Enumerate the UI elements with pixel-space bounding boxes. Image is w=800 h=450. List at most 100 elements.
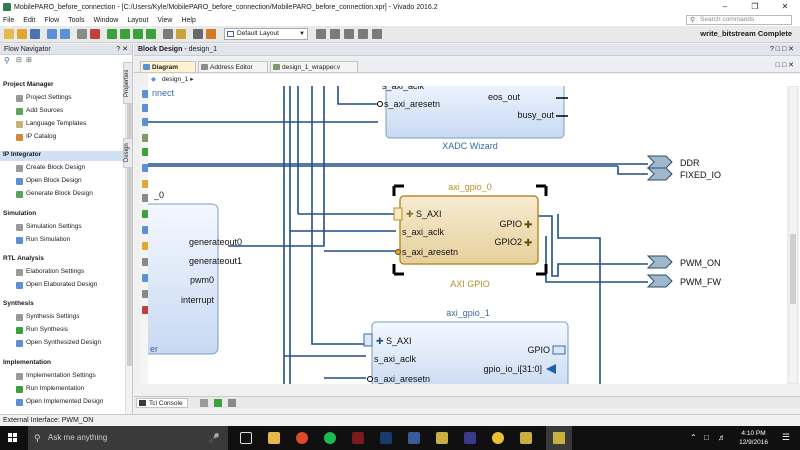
axi-gpio-0-block[interactable]: axi_gpio_0 ✚ S_AXI s_axi_aclk s_axi_ares… [392,182,548,289]
notification-chevron-icon[interactable]: ⌃ [690,433,697,442]
nav-item-generate-block-design[interactable]: Generate Block Design [26,190,93,197]
app-icon[interactable] [352,432,364,444]
minimize-button[interactable]: – [710,0,740,14]
menu-layout[interactable]: Layout [127,17,148,24]
tab-address-editor[interactable]: Address Editor [198,61,268,72]
log-icon[interactable] [214,399,222,407]
nav-item-language-templates[interactable]: Language Templates [26,120,86,127]
close-button[interactable]: ✕ [770,0,800,14]
copy-icon[interactable] [77,29,87,39]
nav-item-run-simulation[interactable]: Run Simulation [26,236,70,243]
network-icon[interactable]: □ [704,433,709,442]
external-port-pwm-on[interactable]: PWM_ON [646,255,721,269]
nav-item-create-block-design[interactable]: Create Block Design [26,164,85,171]
delete-icon[interactable] [90,29,100,39]
xadc-wizard-block[interactable]: s_axi_aclk s_axi_aresetn eos_out busy_ou… [377,86,569,151]
maximize-button[interactable]: ❐ [740,0,770,14]
external-port-fixed-io[interactable]: FIXED_IO [646,167,721,181]
program-device-icon[interactable] [206,29,216,39]
left-module-block[interactable]: nnect _0 generateout0 generateout1 pwm0 … [148,88,242,355]
clear-icon[interactable] [358,29,368,39]
vivado-taskbar-item[interactable] [546,426,572,450]
nav-item-run-synthesis[interactable]: Run Synthesis [26,326,68,333]
nav-section-synthesis[interactable]: Synthesis [3,300,34,307]
nav-item-implementation-settings[interactable]: Implementation Settings [26,372,96,379]
stop-icon[interactable] [372,29,382,39]
menu-file[interactable]: File [3,17,14,24]
sql-icon[interactable] [380,432,392,444]
menu-window[interactable]: Window [93,17,118,24]
taskbar-search-input[interactable]: ⚲ Ask me anything 🎤 [28,426,228,450]
panel-help-close-icons[interactable]: ? ✕ [116,44,128,55]
taskbar-clock[interactable]: 4:10 PM 12/9/2016 [739,429,768,447]
menu-view[interactable]: View [157,17,172,24]
search-icon[interactable]: ⚲ [4,56,10,65]
axi-gpio-1-block[interactable]: axi_gpio_1 ✚ S_AXI s_axi_aclk s_axi_ares… [363,308,569,384]
canvas-scrollbar-thumb[interactable] [790,234,796,304]
nav-section-rtl-analysis[interactable]: RTL Analysis [3,255,44,262]
xilinx-icon[interactable] [520,432,532,444]
run-icon[interactable] [107,29,117,39]
sum-icon[interactable] [176,29,186,39]
nav-item-synthesis-settings[interactable]: Synthesis Settings [26,313,79,320]
spotify-icon[interactable] [324,432,336,444]
duck-icon[interactable] [492,432,504,444]
layout-action-icon[interactable] [316,29,326,39]
external-port-ddr[interactable]: DDR [646,155,700,169]
new-project-icon[interactable] [4,29,14,39]
tab-design-wrapper[interactable]: design_1_wrapper.v [270,61,358,72]
nav-item-open-elaborated-design[interactable]: Open Elaborated Design [26,281,97,288]
xilinx-icon[interactable] [436,432,448,444]
undo-icon[interactable] [47,29,57,39]
nav-item-ip-catalog[interactable]: IP Catalog [26,133,56,140]
cut-icon[interactable] [193,29,203,39]
windows-start-icon[interactable] [8,433,18,443]
nav-section-implementation[interactable]: Implementation [3,359,51,366]
task-view-icon[interactable] [240,432,252,444]
layout-select[interactable]: Default Layout ▼ [224,28,308,40]
external-port-pwm-fw[interactable]: PWM_FW [646,274,721,288]
tab-design[interactable]: Design [123,138,133,168]
nav-section-ip-integrator[interactable]: IP Integrator [0,151,133,161]
breadcrumb-chevron-icon[interactable]: ▸ [190,76,193,83]
nav-section-project-manager[interactable]: Project Manager [3,81,54,88]
open-project-icon[interactable] [17,29,27,39]
tab-properties[interactable]: Properties [123,62,133,104]
microphone-icon[interactable]: 🎤 [209,426,220,450]
tab-window-controls-icon[interactable]: □ □ ✕ [776,61,794,69]
menu-help[interactable]: Help [181,17,195,24]
generate-bitstream-icon[interactable] [146,29,156,39]
save-icon[interactable] [30,29,40,39]
marker-icon[interactable] [330,29,340,39]
chrome-icon[interactable] [296,432,308,444]
app-icon[interactable] [408,432,420,444]
settings-gear-icon[interactable] [163,29,173,39]
nav-item-elaboration-settings[interactable]: Elaboration Settings [26,268,84,275]
messages-icon[interactable] [200,399,208,407]
tab-diagram[interactable]: Diagram [140,61,196,72]
nav-item-simulation-settings[interactable]: Simulation Settings [26,223,82,230]
search-commands-input[interactable]: ⚲ Search commands [686,15,792,25]
nav-item-open-synthesized-design[interactable]: Open Synthesized Design [26,339,101,346]
expand-all-icon[interactable]: ⊞ [26,56,32,64]
redo-icon[interactable] [60,29,70,39]
nav-item-project-settings[interactable]: Project Settings [26,94,72,101]
nav-section-simulation[interactable]: Simulation [3,210,36,217]
reports-icon[interactable] [228,399,236,407]
file-explorer-icon[interactable] [268,432,280,444]
menu-edit[interactable]: Edit [23,17,35,24]
nav-item-open-block-design[interactable]: Open Block Design [26,177,82,184]
tab-tcl-console[interactable]: Tcl Console [136,398,188,408]
panel-window-controls-icon[interactable]: ? □ □ ✕ [770,44,794,56]
nav-item-open-implemented-design[interactable]: Open Implemented Design [26,398,103,405]
collapse-all-icon[interactable]: ⊟ [16,56,22,64]
breadcrumb-item[interactable]: design_1 [162,76,188,83]
pin-icon[interactable] [344,29,354,39]
menu-tools[interactable]: Tools [68,17,84,24]
volume-icon[interactable]: ♬ [718,433,726,442]
nav-item-add-sources[interactable]: Add Sources [26,107,63,114]
run-implementation-icon[interactable] [133,29,143,39]
run-synthesis-icon[interactable] [120,29,130,39]
block-diagram-canvas[interactable]: s_axi_aclk s_axi_aresetn eos_out busy_ou… [148,86,800,384]
menu-flow[interactable]: Flow [44,17,59,24]
